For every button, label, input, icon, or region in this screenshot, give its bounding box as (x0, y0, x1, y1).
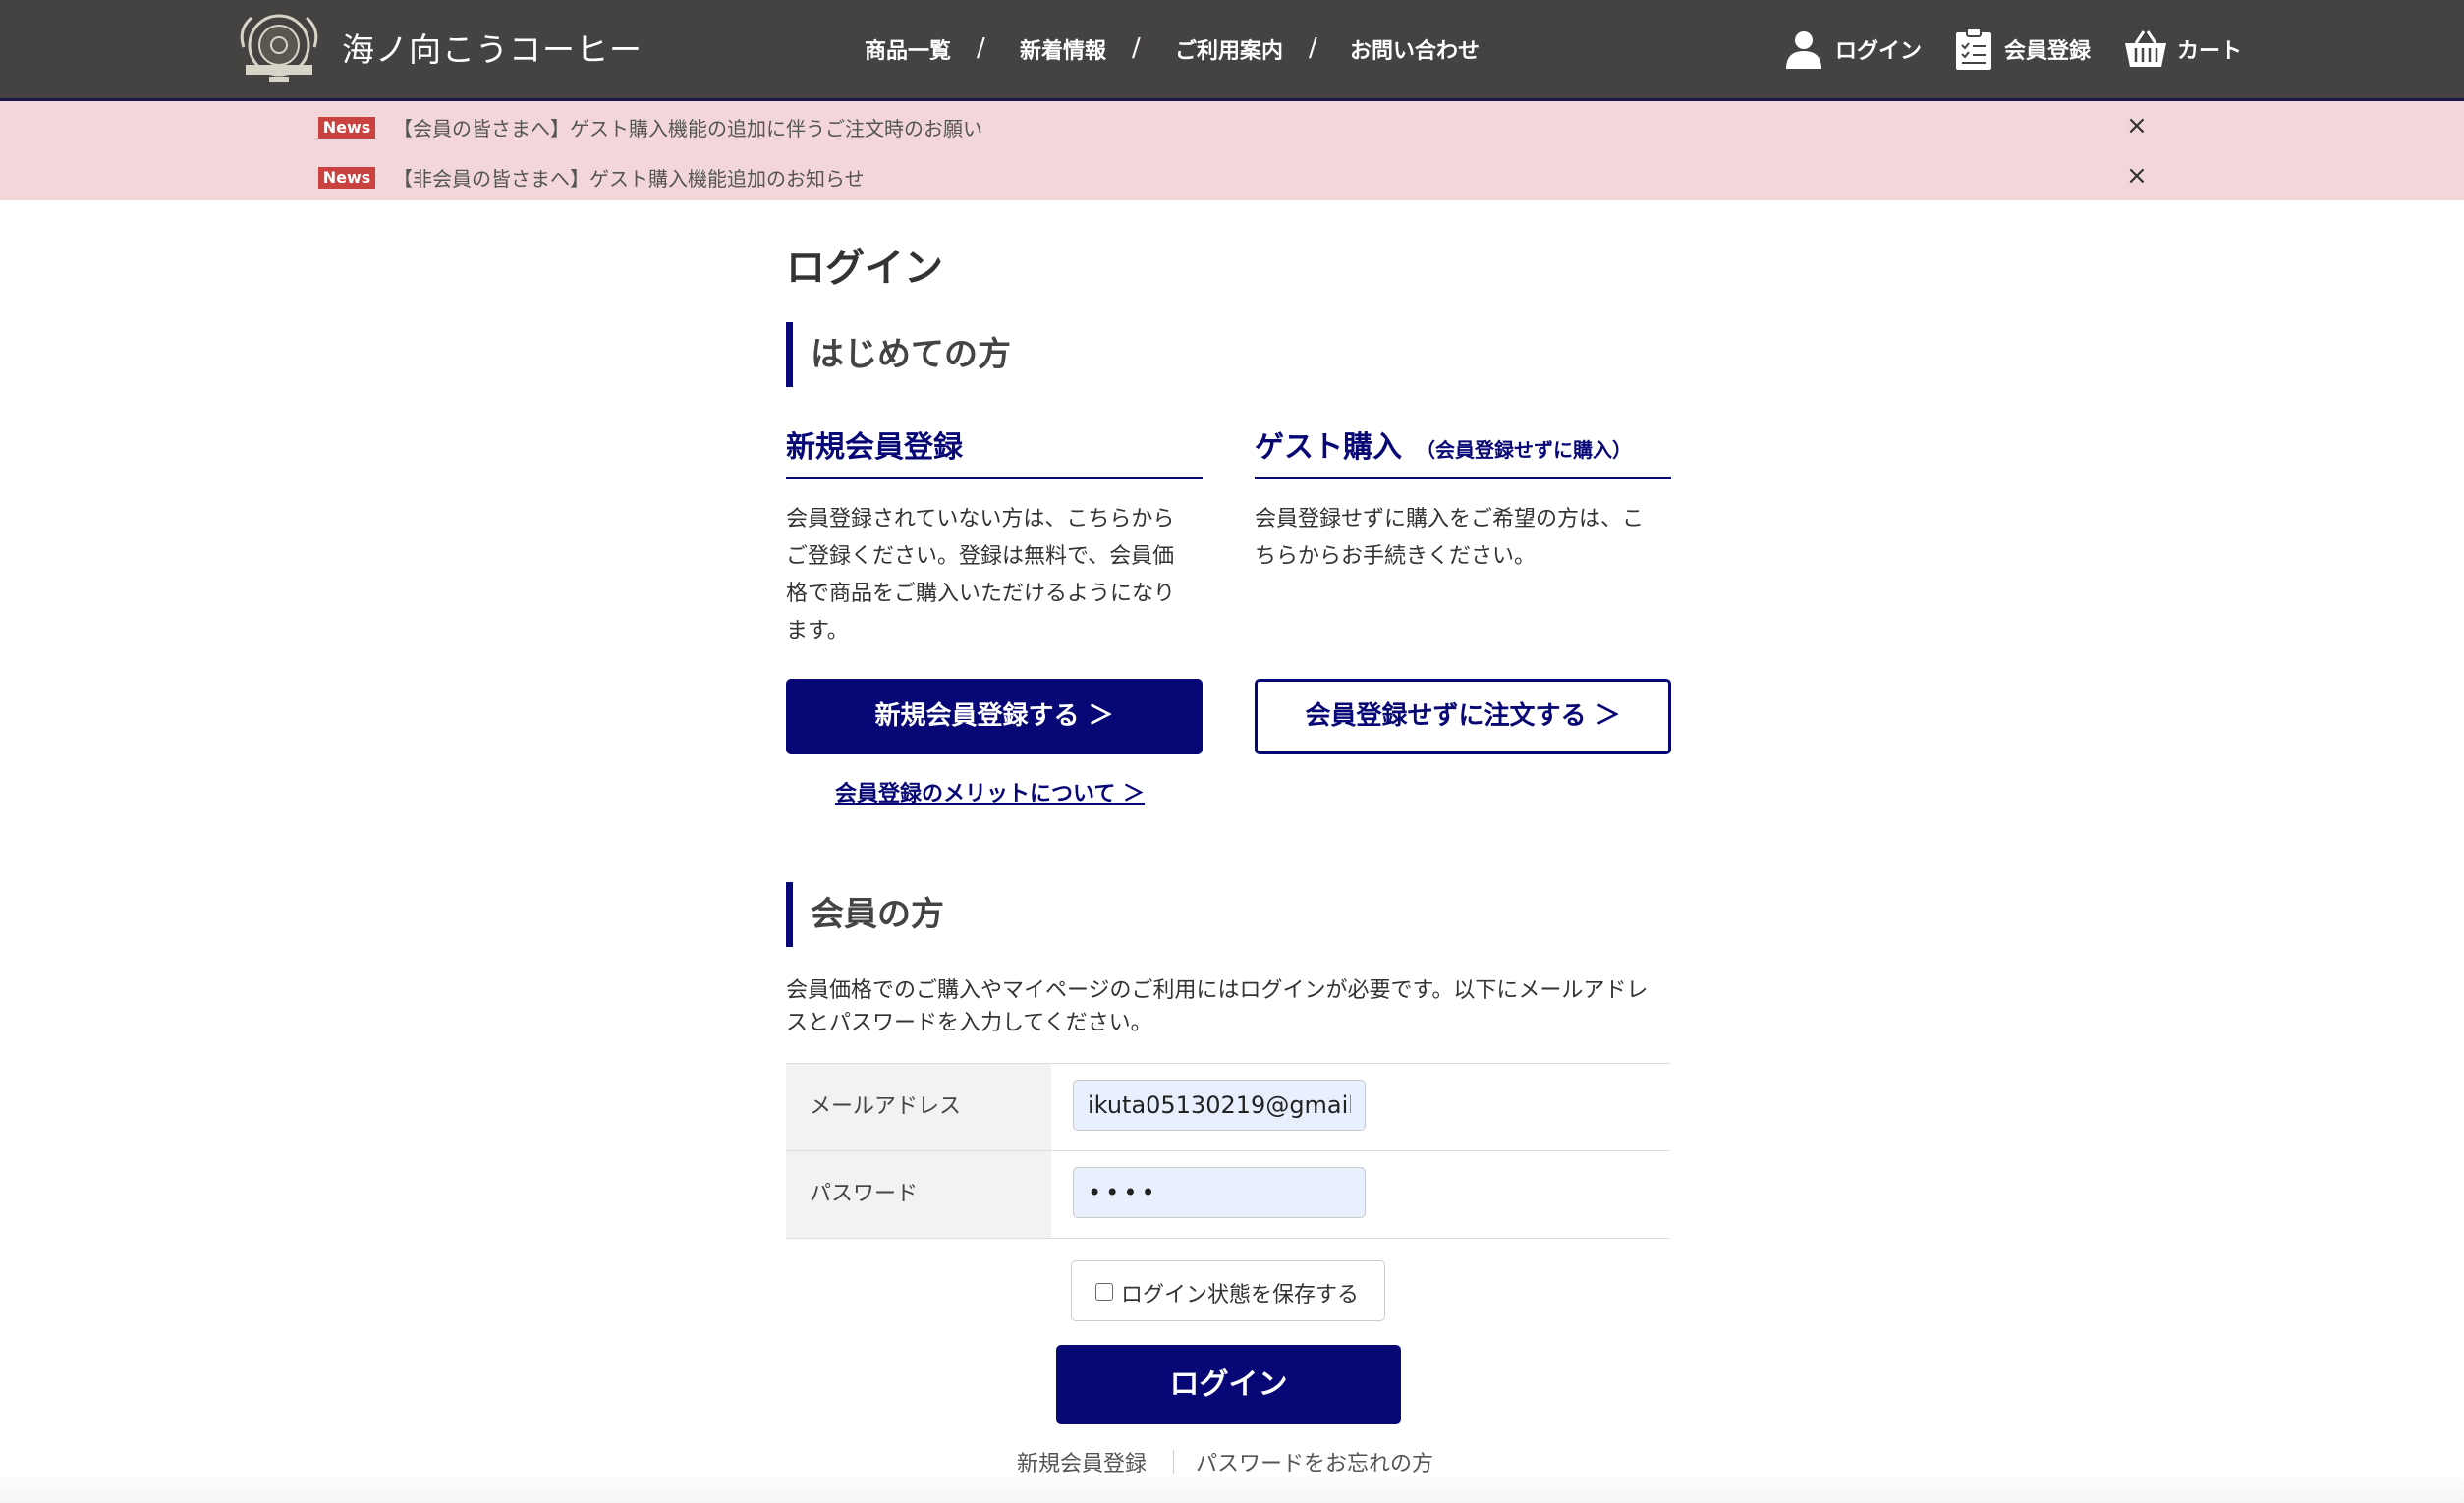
news-text[interactable]: 【非会員の皆さまへ】ゲスト購入機能追加のお知らせ (393, 163, 865, 192)
login-button[interactable]: ログイン (1056, 1345, 1401, 1424)
clipboard-icon (1956, 28, 1991, 70)
user-icon (1786, 31, 1821, 69)
remember-login-option[interactable]: ログイン状態を保存する (1071, 1260, 1385, 1321)
member-description-line: スとパスワードを入力してください。 (786, 1011, 1152, 1035)
logo-text[interactable]: 海ノ向こうコーヒー (342, 24, 643, 71)
guest-description-line: ちらからお手続きください。 (1255, 544, 1537, 569)
register-description-line: ご登録ください。登録は無料で、会員価 (786, 544, 1175, 569)
nav-products[interactable]: 商品一覧 (865, 33, 951, 65)
guest-subheading: ゲスト購入 （会員登録せずに購入） (1255, 422, 1671, 479)
remember-checkbox[interactable] (1095, 1283, 1113, 1301)
member-description: 会員価格でのご購入やマイページのご利用にはログインが必要です。以下にメールアドレ… (786, 974, 1690, 1039)
email-row: メールアドレス (786, 1064, 1670, 1151)
news-text[interactable]: 【会員の皆さまへ】ゲスト購入機能の追加に伴うご注文時のお願い (393, 113, 982, 141)
header-cart-label: カート (2177, 39, 2243, 64)
guest-description-line: 会員登録せずに購入をご希望の方は、こ (1255, 507, 1645, 531)
nav-guide[interactable]: ご利用案内 (1175, 33, 1283, 65)
header-cart-link[interactable]: カート (2124, 28, 2242, 73)
password-label: パスワード (786, 1151, 1051, 1238)
page-bottom (0, 1474, 2464, 1503)
remember-label: ログイン状態を保存する (1121, 1283, 1360, 1308)
register-description-line: 会員登録されていない方は、こちらから (786, 507, 1175, 531)
header-login-label: ログイン (1835, 39, 1923, 64)
first-time-heading: はじめての方 (786, 322, 1375, 387)
password-field[interactable] (1073, 1167, 1366, 1218)
logo-seal-icon[interactable] (234, 8, 324, 86)
guest-order-button[interactable]: 会員登録せずに注文する ＞ (1255, 679, 1671, 754)
header-register-link[interactable]: 会員登録 (1955, 28, 2102, 73)
guest-title: ゲスト購入 (1255, 430, 1402, 465)
nav-separator: / (1309, 33, 1317, 63)
news-badge: News (318, 167, 375, 189)
close-icon[interactable]: × (2126, 111, 2148, 140)
member-merit-link[interactable]: 会員登録のメリットについて ＞ (835, 776, 1145, 807)
login-form: メールアドレス パスワード (786, 1063, 1670, 1239)
news-badge: News (318, 117, 375, 139)
site-header: 海ノ向こうコーヒー 商品一覧 / 新着情報 / ご利用案内 / お問い合わせ ロ… (0, 0, 2464, 101)
guest-description: 会員登録せずに購入をご希望の方は、こ ちらからお手続きください。 (1255, 501, 1687, 576)
member-description-line: 会員価格でのご購入やマイページのご利用にはログインが必要です。以下にメールアドレ (786, 978, 1649, 1003)
member-heading: 会員の方 (786, 882, 1375, 947)
header-login-link[interactable]: ログイン (1784, 28, 1922, 73)
basket-icon (2125, 30, 2166, 67)
footer-divider (1173, 1450, 1174, 1474)
header-register-label: 会員登録 (2004, 39, 2092, 64)
nav-news[interactable]: 新着情報 (1020, 33, 1106, 65)
register-subheading: 新規会員登録 (786, 422, 1203, 479)
email-label: メールアドレス (786, 1064, 1051, 1150)
nav-separator: / (1132, 33, 1141, 63)
register-button[interactable]: 新規会員登録する ＞ (786, 679, 1203, 754)
register-description-line: 格で商品をご購入いただけるようになり (786, 582, 1176, 606)
password-row: パスワード (786, 1151, 1670, 1239)
nav-separator: / (977, 33, 985, 63)
register-description: 会員登録されていない方は、こちらから ご登録ください。登録は無料で、会員価 格で… (786, 501, 1218, 650)
news-bar: News 【会員の皆さまへ】ゲスト購入機能の追加に伴うご注文時のお願い × Ne… (0, 101, 2464, 200)
close-icon[interactable]: × (2126, 161, 2148, 191)
nav-contact[interactable]: お問い合わせ (1350, 33, 1480, 65)
email-field[interactable] (1073, 1080, 1366, 1131)
register-description-line: ます。 (786, 619, 849, 643)
register-title: 新規会員登録 (786, 430, 963, 465)
guest-title-note: （会員登録せずに購入） (1416, 438, 1632, 462)
page-title: ログイン (786, 246, 943, 291)
